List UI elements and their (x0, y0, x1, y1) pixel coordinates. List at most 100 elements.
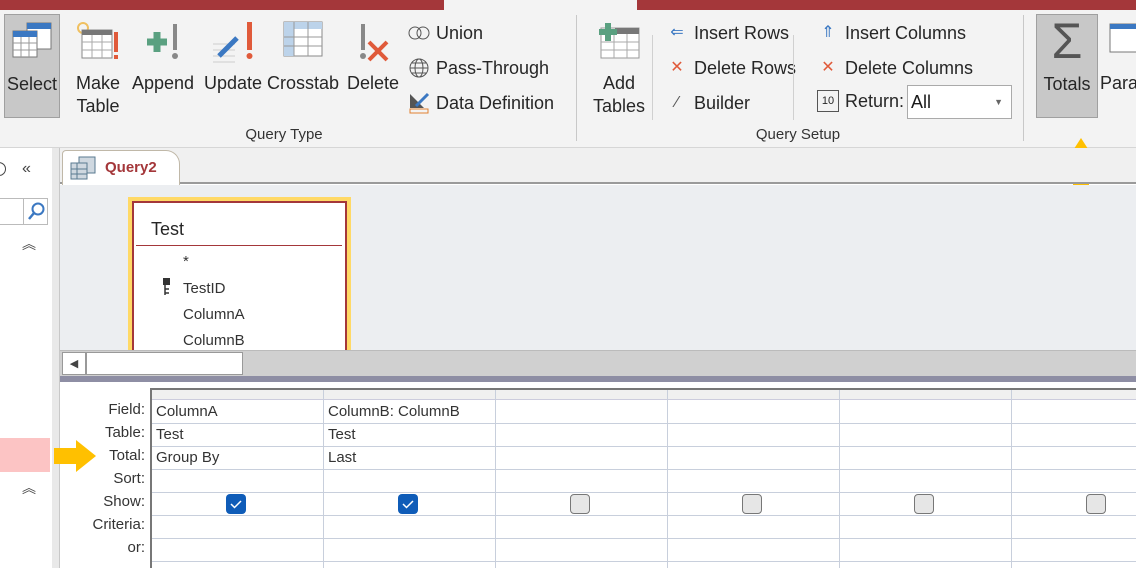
globe-icon (408, 57, 430, 79)
make-table-icon (77, 22, 118, 59)
row-divider (152, 469, 1136, 470)
grid-cell-field[interactable] (1016, 403, 1136, 421)
grid-cell-total[interactable]: Group By (156, 449, 320, 467)
show-checkbox[interactable] (570, 494, 590, 514)
grid-cell-field[interactable] (672, 403, 836, 421)
nav-search-input[interactable] (0, 198, 48, 225)
grid-row-label: or: (127, 539, 145, 556)
checkmark-icon (230, 500, 242, 509)
make-table-button[interactable]: Make Table (70, 14, 126, 118)
grid-cell-total[interactable]: Last (328, 449, 492, 467)
grid-row-label: Show: (103, 493, 145, 510)
field-item[interactable]: TestID (183, 280, 226, 297)
separator (652, 35, 653, 120)
insert-rows-button[interactable]: ⇐ Insert Rows (666, 20, 789, 46)
collapse-pane-icon[interactable]: « (22, 160, 31, 178)
primary-key-icon (163, 278, 170, 295)
grid-cell-table[interactable] (1016, 426, 1136, 444)
field-list-test[interactable]: Test * TestID ColumnA ColumnB (128, 197, 351, 350)
grid-cell-field[interactable] (844, 403, 1008, 421)
nav-menu-circle-icon[interactable] (0, 162, 6, 176)
column-divider (1011, 390, 1012, 568)
parameters-button[interactable]: Param (1100, 14, 1136, 118)
grid-cell-field[interactable]: ColumnB: ColumnB (328, 403, 492, 421)
union-button[interactable]: Union (408, 20, 483, 46)
insert-rows-icon: ⇐ (670, 24, 684, 41)
search-icon[interactable] (27, 202, 45, 222)
sigma-icon: Σ (1051, 13, 1083, 69)
row-divider (152, 515, 1136, 516)
select-query-icon (12, 22, 52, 58)
show-checkbox[interactable] (742, 494, 762, 514)
append-button[interactable]: Append (130, 14, 196, 118)
grid-row-label: Total: (109, 447, 145, 464)
delete-columns-button[interactable]: ✕ Delete Columns (817, 55, 973, 81)
row-divider (152, 492, 1136, 493)
delete-columns-icon: ✕ (821, 59, 835, 76)
grid-cell-field[interactable]: ColumnA (156, 403, 320, 421)
data-definition-icon (408, 92, 430, 114)
grid-cell-table[interactable]: Test (156, 426, 320, 444)
scroll-left-icon[interactable]: ◀ (62, 352, 86, 375)
checkmark-icon (402, 500, 414, 509)
scrollbar-thumb[interactable] (86, 352, 243, 375)
builder-button[interactable]: ⁄ Builder (666, 90, 750, 116)
grid-cell-total[interactable] (672, 449, 836, 467)
query-type-group-label: Query Type (245, 126, 323, 143)
show-checkbox[interactable] (914, 494, 934, 514)
grid-cell-total[interactable] (500, 449, 664, 467)
delete-query-icon (360, 24, 389, 62)
title-bar (0, 0, 444, 10)
update-button[interactable]: Update (201, 14, 265, 118)
row-divider (152, 538, 1136, 539)
insert-columns-button[interactable]: ⇑ Insert Columns (817, 20, 966, 46)
grid-cell-table[interactable] (844, 426, 1008, 444)
pass-through-button[interactable]: Pass-Through (408, 55, 549, 81)
tab-query2[interactable]: Query2 (62, 150, 180, 185)
add-tables-button[interactable]: Add Tables (592, 14, 646, 118)
divider (136, 245, 342, 246)
grid-cell-table[interactable] (672, 426, 836, 444)
field-item[interactable]: * (183, 253, 189, 270)
horizontal-scrollbar[interactable]: ◀ (60, 350, 1136, 376)
grid-row-label: Sort: (113, 470, 145, 487)
totals-button[interactable]: Σ Totals (1036, 14, 1098, 118)
delete-rows-icon: ✕ (670, 59, 684, 76)
grid-cell-field[interactable] (500, 403, 664, 421)
design-grid-pane: ColumnA Test Group By ColumnB: ColumnB Test L… (60, 382, 1136, 568)
update-icon (213, 22, 253, 63)
grid-cell-total[interactable] (844, 449, 1008, 467)
collapse-group-icon[interactable]: ︽ (22, 234, 36, 254)
ribbon: Select Make Table Append Update Crosstab… (0, 10, 1136, 148)
field-item[interactable]: ColumnA (183, 306, 245, 323)
show-checkbox[interactable] (398, 494, 418, 514)
delete-rows-button[interactable]: ✕ Delete Rows (666, 55, 796, 81)
separator (1023, 15, 1024, 141)
grid-cell-table[interactable]: Test (328, 426, 492, 444)
delete-query-button[interactable]: Delete (344, 14, 402, 118)
row-divider (152, 446, 1136, 447)
insert-columns-icon: ⇑ (821, 24, 835, 41)
grid-column-header-bar (152, 390, 1136, 400)
grid-cell-table[interactable] (500, 426, 664, 444)
query-icon (70, 156, 96, 180)
union-icon (408, 22, 430, 44)
field-list-title: Test (151, 219, 185, 239)
query-setup-group-label: Query Setup (755, 126, 841, 143)
return-control: 10 Return: (817, 88, 904, 114)
grid-row-label: Table: (104, 424, 145, 441)
show-checkbox[interactable] (226, 494, 246, 514)
data-definition-button[interactable]: Data Definition (408, 90, 554, 116)
select-button[interactable]: Select (4, 14, 60, 118)
field-item[interactable]: ColumnB (183, 332, 245, 349)
builder-wand-icon: ⁄ (675, 94, 679, 111)
column-divider (323, 390, 324, 568)
return-dropdown[interactable]: All ▼ (907, 85, 1012, 119)
parameters-icon (1109, 23, 1136, 53)
title-bar-right (637, 0, 1136, 10)
grid-cell-total[interactable] (1016, 449, 1136, 467)
crosstab-button[interactable]: Crosstab (266, 14, 340, 118)
row-divider (152, 423, 1136, 424)
crosstab-icon (283, 21, 323, 57)
show-checkbox[interactable] (1086, 494, 1106, 514)
